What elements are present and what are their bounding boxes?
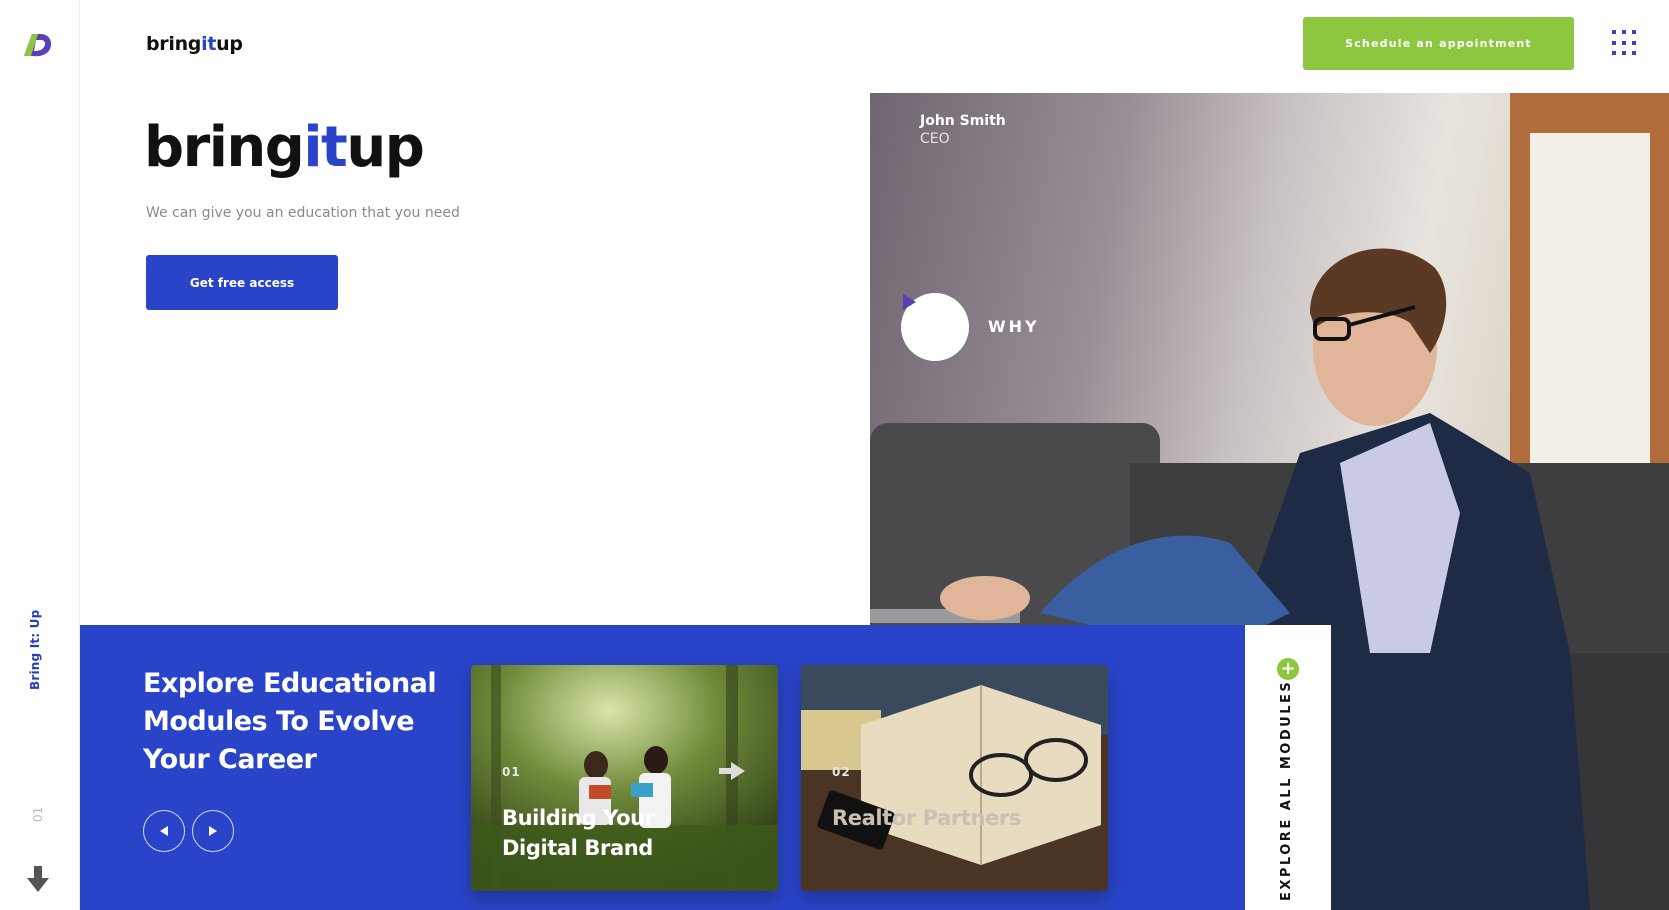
grid-menu-icon[interactable]	[1612, 30, 1638, 56]
modules-title: Explore Educational Modules To Evolve Yo…	[143, 668, 437, 775]
schedule-appointment-button[interactable]: Schedule an appointment	[1303, 17, 1574, 70]
slide-number: 01	[31, 806, 45, 822]
speaker-role: CEO	[920, 131, 950, 147]
vertical-site-title: Bring It: Up	[28, 609, 42, 690]
arrow-down-icon[interactable]	[27, 866, 49, 892]
module-title: Realtor Partners	[832, 806, 1021, 830]
module-title: Building Your Digital Brand	[502, 806, 655, 860]
chevron-left-icon	[160, 826, 168, 836]
speaker-name: John Smith	[920, 113, 1006, 129]
play-button[interactable]	[901, 293, 969, 361]
module-card-2[interactable]: 02 Realtor Partners	[801, 665, 1108, 891]
module-card-1[interactable]: 01 Building Your Digital Brand	[471, 665, 778, 891]
play-icon	[903, 294, 916, 310]
plus-icon: +	[1277, 658, 1299, 680]
chevron-right-icon	[209, 826, 217, 836]
get-free-access-button[interactable]: Get free access	[146, 255, 338, 310]
prev-button[interactable]	[143, 810, 185, 852]
next-button[interactable]	[192, 810, 234, 852]
left-rail: Bring It: Up 01	[0, 0, 80, 910]
arrow-right-icon	[719, 762, 745, 780]
logo-icon[interactable]	[20, 30, 56, 60]
hero-tagline: We can give you an education that you ne…	[146, 205, 460, 221]
play-label: WHY	[988, 317, 1040, 336]
module-number: 02	[832, 765, 851, 779]
explore-all-label: EXPLORE ALL MODULES	[1279, 679, 1294, 901]
speaker-info: John Smith CEO	[920, 113, 1006, 147]
header-logo-text[interactable]: bringitup	[146, 33, 243, 55]
hero-brand-title: bringitup	[144, 115, 425, 180]
explore-all-modules[interactable]: + EXPLORE ALL MODULES	[1245, 625, 1331, 910]
module-number: 01	[502, 765, 521, 779]
modules-section: Explore Educational Modules To Evolve Yo…	[80, 625, 1245, 910]
